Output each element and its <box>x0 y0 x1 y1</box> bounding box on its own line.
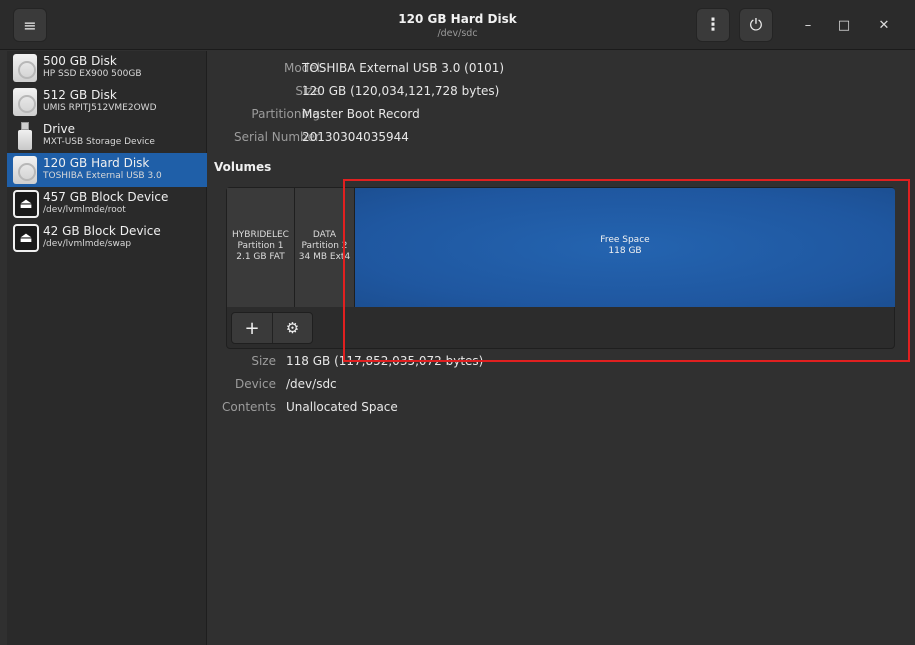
hamburger-icon: ≡ <box>23 15 37 35</box>
eject-icon: ⏏ <box>13 224 39 252</box>
power-off-button[interactable]: ⏻ <box>739 8 773 42</box>
free-space-size: 118 GB <box>608 246 642 256</box>
sidebar-item-subtitle: MXT-USB Storage Device <box>43 137 155 147</box>
maximize-button[interactable]: □ <box>833 14 855 36</box>
gears-icon: ⚙ <box>285 319 300 337</box>
window-title: 120 GB Hard Disk <box>398 12 517 26</box>
minimize-icon: – <box>804 17 812 33</box>
sidebar-item-120gb-hard-disk[interactable]: 120 GB Hard Disk TOSHIBA External USB 3.… <box>7 153 207 187</box>
partition-name: HYBRIDELEC <box>232 230 289 240</box>
disks-window: ≡ 120 GB Hard Disk /dev/sdc ⋮ ⏻ – □ ✕ 50… <box>0 0 915 645</box>
sidebar-item-subtitle: /dev/lvmlmde/swap <box>43 239 132 249</box>
volume-device-value: /dev/sdc <box>286 377 337 391</box>
partition-detail: 2.1 GB FAT <box>236 252 285 262</box>
power-icon: ⏻ <box>749 15 763 34</box>
partition-number: Partition 2 <box>301 241 348 251</box>
device-sidebar: 500 GB Disk HP SSD EX900 500GB 512 GB Di… <box>7 51 207 645</box>
close-icon: ✕ <box>878 17 890 33</box>
volume-device-label: Device <box>234 377 276 391</box>
size-value: 120 GB (120,034,121,728 bytes) <box>302 84 500 98</box>
volume-toolbar: + ⚙ <box>231 312 313 344</box>
partition-name: DATA <box>312 230 337 240</box>
volume-contents-label: Contents <box>222 400 276 414</box>
header-bar: ≡ 120 GB Hard Disk /dev/sdc ⋮ ⏻ – □ ✕ <box>0 0 915 50</box>
partitioning-value: Master Boot Record <box>302 107 420 121</box>
usb-drive-icon <box>13 122 37 150</box>
serial-number-value: 20130304035944 <box>302 130 409 144</box>
sidebar-item-title: 42 GB Block Device <box>43 224 161 238</box>
sidebar-item-subtitle: /dev/lvmlmde/root <box>43 205 126 215</box>
disk-icon <box>13 88 37 116</box>
partition-number: Partition 1 <box>237 241 284 251</box>
disk-icon <box>13 156 37 184</box>
partition-2-block[interactable]: DATA Partition 2 34 MB Ext4 <box>295 188 355 307</box>
more-vertical-icon: ⋮ <box>704 15 722 35</box>
maximize-icon: □ <box>837 17 851 33</box>
free-space-label: Free Space <box>600 235 650 245</box>
window-subtitle: /dev/sdc <box>437 28 478 39</box>
sidebar-item-457gb-block-device[interactable]: ⏏ 457 GB Block Device /dev/lvmlmde/root <box>7 187 207 221</box>
sidebar-item-42gb-block-device[interactable]: ⏏ 42 GB Block Device /dev/lvmlmde/swap <box>7 221 207 255</box>
sidebar-item-title: 457 GB Block Device <box>43 190 169 204</box>
volumes-map: HYBRIDELEC Partition 1 2.1 GB FAT DATA P… <box>226 187 895 349</box>
partition-1-block[interactable]: HYBRIDELEC Partition 1 2.1 GB FAT <box>227 188 295 307</box>
sidebar-item-drive[interactable]: Drive MXT-USB Storage Device <box>7 119 207 153</box>
sidebar-item-subtitle: TOSHIBA External USB 3.0 <box>43 171 162 181</box>
drive-options-button[interactable]: ⋮ <box>696 8 730 42</box>
free-space-block[interactable]: Free Space 118 GB <box>355 188 895 307</box>
minimize-button[interactable]: – <box>797 14 819 36</box>
drive-details: Model TOSHIBA External USB 3.0 (0101) Si… <box>208 51 915 645</box>
volumes-heading: Volumes <box>214 160 272 174</box>
partition-options-button[interactable]: ⚙ <box>271 313 312 343</box>
close-button[interactable]: ✕ <box>873 14 895 36</box>
plus-icon: + <box>244 317 260 339</box>
main-menu-button[interactable]: ≡ <box>13 8 47 42</box>
model-value: TOSHIBA External USB 3.0 (0101) <box>302 61 505 75</box>
disk-icon <box>13 54 37 82</box>
sidebar-item-512gb-disk[interactable]: 512 GB Disk UMIS RPITJ512VME2OWD <box>7 85 207 119</box>
sidebar-item-title: 500 GB Disk <box>43 54 117 68</box>
volume-size-label: Size <box>251 354 276 368</box>
sidebar-item-title: 512 GB Disk <box>43 88 117 102</box>
sidebar-item-500gb-disk[interactable]: 500 GB Disk HP SSD EX900 500GB <box>7 51 207 85</box>
sidebar-item-subtitle: HP SSD EX900 500GB <box>43 69 142 79</box>
volume-contents-value: Unallocated Space <box>286 400 398 414</box>
partition-detail: 34 MB Ext4 <box>298 252 351 262</box>
eject-icon: ⏏ <box>13 190 39 218</box>
create-partition-button[interactable]: + <box>232 313 272 343</box>
sidebar-item-title: Drive <box>43 122 75 136</box>
volume-size-value: 118 GB (117,852,035,072 bytes) <box>286 354 484 368</box>
sidebar-item-title: 120 GB Hard Disk <box>43 156 150 170</box>
sidebar-item-subtitle: UMIS RPITJ512VME2OWD <box>43 103 157 113</box>
